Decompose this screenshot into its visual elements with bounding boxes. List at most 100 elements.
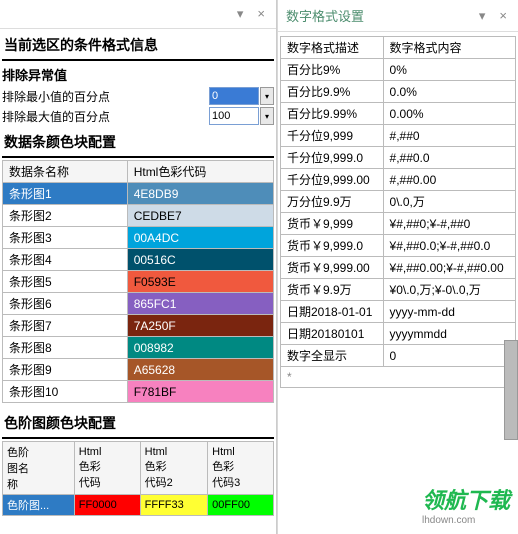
grad-cell[interactable]: FF0000 <box>74 495 140 516</box>
max-input[interactable] <box>209 107 259 125</box>
bar-name-cell[interactable]: 条形图1 <box>3 183 128 205</box>
selection-format-heading: 当前选区的条件格式信息 <box>2 31 274 61</box>
max-spinner[interactable]: ▾ <box>209 107 274 125</box>
table-row[interactable]: 条形图9A65628 <box>3 359 274 381</box>
table-row[interactable]: 货币￥9,999¥#,##0;¥-#,##0 <box>281 213 516 235</box>
table-row[interactable]: 千分位9,999.0#,##0.0 <box>281 147 516 169</box>
right-panel: 数字格式设置 ▾ × 数字格式描述 数字格式内容 百分比9%0%百分比9.9%0… <box>278 0 518 534</box>
bar-name-cell[interactable]: 条形图4 <box>3 249 128 271</box>
table-row[interactable]: 百分比9.9%0.0% <box>281 81 516 103</box>
fmt-cell[interactable]: 日期2018-01-01 <box>281 301 384 323</box>
fmt-cell[interactable]: 0 <box>383 345 515 367</box>
dropdown-icon[interactable]: ▾ <box>234 6 247 22</box>
fmt-cell[interactable]: 百分比9.99% <box>281 103 384 125</box>
table-row[interactable]: 千分位9,999#,##0 <box>281 125 516 147</box>
bar-name-cell[interactable]: 条形图10 <box>3 381 128 403</box>
bar-code-cell[interactable]: 008982 <box>127 337 273 359</box>
table-row[interactable]: 日期2018-01-01yyyy-mm-dd <box>281 301 516 323</box>
close-icon[interactable]: × <box>496 8 510 24</box>
fmt-cell[interactable]: 千分位9,999 <box>281 125 384 147</box>
databar-heading: 数据条颜色块配置 <box>2 128 274 158</box>
bar-name-cell[interactable]: 条形图9 <box>3 359 128 381</box>
number-format-table: 数字格式描述 数字格式内容 百分比9%0%百分比9.9%0.0%百分比9.99%… <box>280 36 516 388</box>
bar-code-cell[interactable]: 00A4DC <box>127 227 273 249</box>
bar-code-cell[interactable]: F781BF <box>127 381 273 403</box>
table-row[interactable]: 条形图14E8DB9 <box>3 183 274 205</box>
fmt-cell[interactable]: ¥#,##0.0;¥-#,##0.0 <box>383 235 515 257</box>
fmt-cell[interactable]: 万分位9.9万 <box>281 191 384 213</box>
table-row[interactable]: 条形图300A4DC <box>3 227 274 249</box>
bar-code-cell[interactable]: 7A250F <box>127 315 273 337</box>
bar-name-cell[interactable]: 条形图3 <box>3 227 128 249</box>
table-row[interactable]: 条形图5F0593E <box>3 271 274 293</box>
table-row[interactable]: 万分位9.9万0\.0,万 <box>281 191 516 213</box>
table-row[interactable]: 百分比9%0% <box>281 59 516 81</box>
table-row[interactable]: 条形图2CEDBE7 <box>3 205 274 227</box>
fmt-cell[interactable]: 0\.0,万 <box>383 191 515 213</box>
col-desc: 数字格式描述 <box>281 37 384 59</box>
min-input[interactable] <box>209 87 259 105</box>
bar-code-cell[interactable]: 4E8DB9 <box>127 183 273 205</box>
fmt-cell[interactable]: ¥0\.0,万;¥-0\.0,万 <box>383 279 515 301</box>
bar-name-cell[interactable]: 条形图7 <box>3 315 128 337</box>
bar-code-cell[interactable]: 865FC1 <box>127 293 273 315</box>
fmt-cell[interactable]: 百分比9% <box>281 59 384 81</box>
bar-code-cell[interactable]: 00516C <box>127 249 273 271</box>
min-spinner[interactable]: ▾ <box>209 87 274 105</box>
bar-name-cell[interactable]: 条形图6 <box>3 293 128 315</box>
dropdown-icon[interactable]: ▾ <box>476 8 489 24</box>
fmt-cell[interactable]: 货币￥9.9万 <box>281 279 384 301</box>
watermark-sub: lhdown.com <box>422 515 510 526</box>
chevron-down-icon[interactable]: ▾ <box>260 107 274 125</box>
grad-cell[interactable]: 00FF00 <box>208 495 274 516</box>
fmt-cell[interactable]: 0.0% <box>383 81 515 103</box>
table-row[interactable]: 日期20180101yyyymmdd <box>281 323 516 345</box>
fmt-cell[interactable]: #,##0.0 <box>383 147 515 169</box>
close-icon[interactable]: × <box>254 6 268 22</box>
new-row-marker[interactable]: * <box>281 367 516 388</box>
table-row[interactable]: 条形图77A250F <box>3 315 274 337</box>
fmt-cell[interactable]: ¥#,##0.00;¥-#,##0.00 <box>383 257 515 279</box>
fmt-cell[interactable]: yyyy-mm-dd <box>383 301 515 323</box>
bar-code-cell[interactable]: CEDBE7 <box>127 205 273 227</box>
fmt-cell[interactable]: 货币￥9,999 <box>281 213 384 235</box>
table-row[interactable]: 货币￥9.9万¥0\.0,万;¥-0\.0,万 <box>281 279 516 301</box>
bar-name-cell[interactable]: 条形图2 <box>3 205 128 227</box>
table-row[interactable]: 条形图10F781BF <box>3 381 274 403</box>
bar-name-cell[interactable]: 条形图5 <box>3 271 128 293</box>
fmt-cell[interactable]: yyyymmdd <box>383 323 515 345</box>
table-row[interactable]: 百分比9.99%0.00% <box>281 103 516 125</box>
min-label: 排除最小值的百分点 <box>2 88 209 105</box>
fmt-cell[interactable]: 百分比9.9% <box>281 81 384 103</box>
table-row[interactable]: 千分位9,999.00#,##0.00 <box>281 169 516 191</box>
fmt-cell[interactable]: #,##0.00 <box>383 169 515 191</box>
table-row[interactable]: 条形图400516C <box>3 249 274 271</box>
gradient-heading: 色阶图颜色块配置 <box>2 409 274 439</box>
table-row[interactable]: 货币￥9,999.00¥#,##0.00;¥-#,##0.00 <box>281 257 516 279</box>
fmt-cell[interactable]: 数字全显示 <box>281 345 384 367</box>
bar-name-cell[interactable]: 条形图8 <box>3 337 128 359</box>
fmt-cell[interactable]: 货币￥9,999.0 <box>281 235 384 257</box>
table-row[interactable]: 条形图8008982 <box>3 337 274 359</box>
grad-cell[interactable]: 色阶图... <box>3 495 75 516</box>
chevron-down-icon[interactable]: ▾ <box>260 87 274 105</box>
table-row[interactable]: * <box>281 367 516 388</box>
grad-cell[interactable]: FFFF33 <box>140 495 208 516</box>
table-row[interactable]: 条形图6865FC1 <box>3 293 274 315</box>
table-row[interactable]: 数字全显示0 <box>281 345 516 367</box>
fmt-cell[interactable]: 日期20180101 <box>281 323 384 345</box>
grad-col: Html 色彩 代码2 <box>140 442 208 495</box>
scrollbar-thumb[interactable] <box>504 340 518 440</box>
fmt-cell[interactable]: 千分位9,999.0 <box>281 147 384 169</box>
gradient-table: 色阶 图名 称Html 色彩 代码Html 色彩 代码2Html 色彩 代码3 … <box>2 441 274 516</box>
fmt-cell[interactable]: 0.00% <box>383 103 515 125</box>
databar-table: 数据条名称 Html色彩代码 条形图14E8DB9条形图2CEDBE7条形图30… <box>2 160 274 403</box>
bar-code-cell[interactable]: A65628 <box>127 359 273 381</box>
fmt-cell[interactable]: ¥#,##0;¥-#,##0 <box>383 213 515 235</box>
fmt-cell[interactable]: #,##0 <box>383 125 515 147</box>
table-row[interactable]: 货币￥9,999.0¥#,##0.0;¥-#,##0.0 <box>281 235 516 257</box>
fmt-cell[interactable]: 货币￥9,999.00 <box>281 257 384 279</box>
fmt-cell[interactable]: 千分位9,999.00 <box>281 169 384 191</box>
bar-code-cell[interactable]: F0593E <box>127 271 273 293</box>
fmt-cell[interactable]: 0% <box>383 59 515 81</box>
